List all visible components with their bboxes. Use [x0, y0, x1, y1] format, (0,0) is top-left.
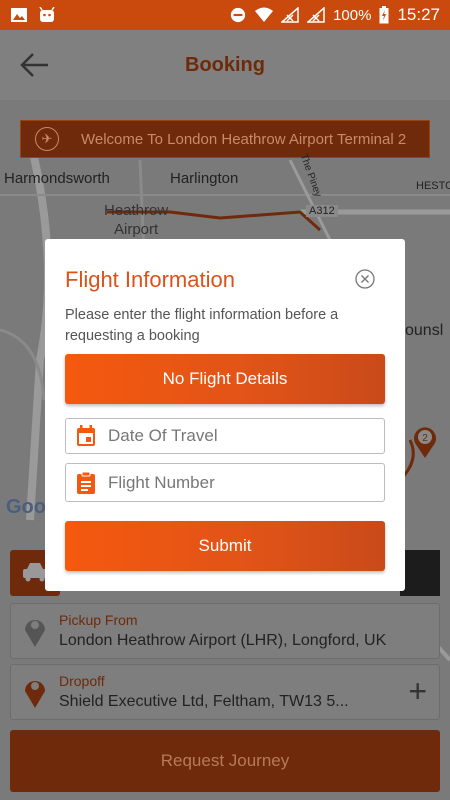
map-label: A312	[306, 205, 338, 217]
flight-information-dialog: Flight Information Please enter the flig…	[45, 239, 405, 591]
map-label: ounsl	[405, 322, 444, 339]
pickup-value: London Heathrow Airport (LHR), Longford,…	[59, 632, 387, 649]
map-label: Airport	[114, 221, 159, 238]
dropoff-value: Shield Executive Ltd, Feltham, TW13 5...	[59, 693, 349, 710]
clipboard-icon	[77, 471, 95, 494]
flight-number-input[interactable]	[108, 472, 368, 493]
pickup-card[interactable]: Pickup From London Heathrow Airport (LHR…	[10, 603, 440, 659]
map-label: HESTO	[416, 180, 450, 192]
signal-icon	[281, 7, 299, 23]
signal-icon-2	[307, 7, 325, 23]
marker-number: 2	[422, 433, 428, 444]
vehicle-tab[interactable]	[400, 550, 440, 596]
battery-charging-icon	[379, 6, 389, 24]
image-notification-icon	[11, 8, 27, 22]
calendar-icon	[77, 425, 95, 446]
submit-button[interactable]: Submit	[65, 521, 385, 571]
app-bar: Booking	[0, 30, 450, 100]
no-flight-details-button[interactable]: No Flight Details	[65, 354, 385, 404]
page-title: Booking	[185, 53, 265, 76]
do-not-disturb-icon	[230, 7, 246, 23]
dialog-title: Flight Information	[65, 267, 235, 292]
dialog-description: Please enter the flight information befo…	[65, 307, 339, 344]
request-journey-button[interactable]: Request Journey	[10, 730, 440, 792]
welcome-text: Welcome To London Heathrow Airport Termi…	[81, 130, 407, 148]
status-bar: 100% 15:27	[0, 0, 450, 30]
battery-percent: 100%	[333, 6, 372, 24]
map-label: Harmondsworth	[4, 170, 110, 187]
add-stop-icon[interactable]: +	[408, 675, 427, 707]
map-label: Heathrow	[104, 202, 169, 219]
map-label: Harlington	[170, 170, 239, 187]
dropoff-label: Dropoff	[59, 673, 105, 689]
welcome-banner: ✈ Welcome To London Heathrow Airport Ter…	[20, 120, 430, 158]
google-logo: Goo	[6, 496, 46, 518]
wifi-icon	[255, 7, 274, 22]
dropoff-card[interactable]: Dropoff Shield Executive Ltd, Feltham, T…	[10, 664, 440, 720]
date-of-travel-input[interactable]	[108, 426, 368, 446]
airplane-icon: ✈	[35, 127, 59, 151]
flight-number-field[interactable]	[65, 463, 385, 502]
status-time: 15:27	[397, 5, 440, 24]
pickup-label: Pickup From	[59, 612, 138, 628]
android-notification-icon	[39, 7, 55, 22]
dropoff-pin-icon	[25, 681, 45, 708]
back-arrow-icon[interactable]	[20, 52, 50, 78]
pickup-pin-icon	[25, 620, 45, 647]
map-marker-icon[interactable]: 2	[412, 425, 438, 459]
date-of-travel-field[interactable]	[65, 418, 385, 454]
close-icon[interactable]	[355, 269, 375, 289]
